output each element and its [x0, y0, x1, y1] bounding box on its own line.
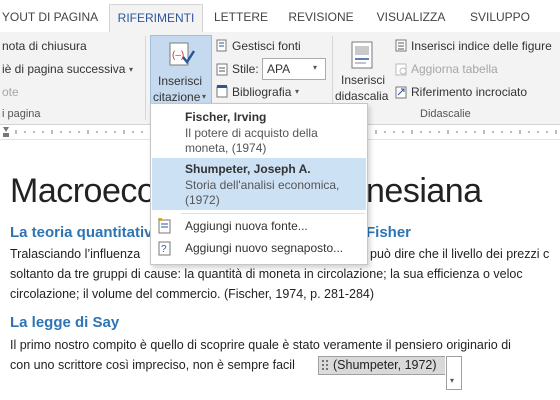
source-description-line1: Il potere di acquisto della: [185, 126, 318, 140]
svg-text:(–): (–): [172, 50, 184, 61]
table-of-figures-icon: [395, 39, 407, 52]
tab-visualizza[interactable]: VISUALIZZA: [369, 4, 453, 31]
tab-sviluppo[interactable]: SVILUPPO: [462, 4, 538, 31]
paragraph-line-3[interactable]: circolazione; il volume del commercio. (…: [10, 284, 374, 304]
heading-teoria-quantitativa[interactable]: La teoria quantitativ: [10, 224, 153, 241]
drag-handle-icon: [322, 360, 328, 370]
menu-item-source-shumpeter[interactable]: Shumpeter, Joseph A. Storia dell'analisi…: [152, 158, 366, 210]
tab-layout-di-pagina[interactable]: YOUT DI PAGINA: [0, 4, 100, 31]
bibliografia-button[interactable]: Bibliografia: [232, 85, 291, 99]
indent-marker-icon: [3, 127, 9, 132]
style-icon: [216, 63, 228, 76]
stile-label: Stile:: [232, 62, 259, 76]
citation-icon: (–): [169, 42, 195, 66]
ribbon-tab-bar: YOUT DI PAGINA RIFERIMENTI LETTERE REVIS…: [0, 0, 560, 33]
tab-lettere[interactable]: LETTERE: [208, 4, 274, 31]
paragraph-line-2[interactable]: soltanto da tre gruppi di cause: la quan…: [10, 264, 523, 284]
chevron-down-icon: ▾: [450, 376, 455, 385]
source-name: Fischer, Irving: [185, 110, 267, 124]
caption-icon: [351, 41, 373, 69]
source-description-line2: (1972): [185, 193, 220, 207]
group-divider: [145, 36, 146, 120]
paragraph2-line-2[interactable]: con uno scrittore così impreciso, non è …: [10, 355, 295, 375]
tab-revisione[interactable]: REVISIONE: [283, 4, 359, 31]
citation-handle[interactable]: [318, 356, 332, 375]
update-table-icon: [395, 63, 407, 76]
manage-sources-icon: [216, 39, 227, 52]
add-source-icon: [158, 218, 171, 234]
gestisci-fonti-button[interactable]: Gestisci fonti: [232, 39, 301, 53]
aggiorna-tabella-button[interactable]: Aggiorna tabella: [411, 62, 498, 76]
source-description-line2: moneta, (1974): [185, 141, 267, 155]
inserisci-citazione-button[interactable]: (–) Inserisci citazione ▾: [150, 35, 212, 107]
menu-divider: [181, 213, 365, 214]
chevron-down-icon: ▾: [313, 63, 318, 72]
citation-dropdown-menu: Fischer, Irving Il potere di acquisto de…: [150, 103, 368, 265]
riferimento-incrociato-button[interactable]: Riferimento incrociato: [411, 85, 527, 99]
cross-reference-icon: [395, 86, 407, 99]
inserisci-nota-chiusura-button[interactable]: nota di chiusura: [2, 39, 87, 53]
menu-item-add-placeholder[interactable]: ? Aggiungi nuovo segnaposto...: [152, 237, 366, 259]
citation-text: (Shumpeter, 1972): [333, 358, 437, 372]
group-label-note-pie-pagina: i pagina: [2, 108, 41, 120]
bibliography-icon: [216, 85, 228, 98]
group-label-didascalie: Didascalie: [420, 108, 471, 120]
inserisci-didascalia-label-2: didascalia: [335, 89, 389, 103]
inserisci-citazione-label-1: Inserisci: [158, 74, 203, 88]
stile-value: APA: [267, 62, 291, 76]
source-description-line1: Storia dell'analisi economica,: [185, 178, 340, 192]
add-placeholder-label: Aggiungi nuovo segnaposto...: [185, 241, 344, 255]
paragraph-line-1-left[interactable]: Tralasciando l’influenza: [10, 244, 140, 264]
chevron-down-icon[interactable]: ▾: [295, 87, 299, 96]
chevron-down-icon[interactable]: ▾: [129, 65, 133, 74]
tab-riferimenti[interactable]: RIFERIMENTI: [109, 4, 203, 33]
inserisci-indice-figure-button[interactable]: Inserisci indice delle figure: [411, 39, 552, 53]
paragraph-line-1-right[interactable]: può dire che il livello dei prezzi c: [370, 244, 549, 264]
menu-item-add-source[interactable]: Aggiungi nuova fonte...: [152, 215, 366, 237]
mostra-note-button[interactable]: ote: [2, 85, 19, 99]
document-title-left[interactable]: Macroeco: [10, 172, 156, 211]
add-placeholder-icon: ?: [158, 241, 171, 256]
citation-field[interactable]: (Shumpeter, 1972): [331, 356, 445, 375]
inserisci-citazione-label-2: citazione: [153, 90, 201, 104]
source-name: Shumpeter, Joseph A.: [185, 162, 311, 176]
document-title-right[interactable]: nesiana: [366, 172, 482, 211]
heading-legge-di-say[interactable]: La legge di Say: [10, 314, 119, 331]
citation-options-button[interactable]: ▾: [446, 356, 462, 390]
menu-item-source-fischer[interactable]: Fischer, Irving Il potere di acquisto de…: [152, 106, 366, 158]
paragraph2-line-1[interactable]: Il primo nostro compito è quello di scop…: [10, 335, 511, 355]
add-source-label: Aggiungi nuova fonte...: [185, 219, 308, 233]
inserisci-didascalia-button[interactable]: Inserisci didascalia: [334, 35, 390, 105]
chevron-down-icon: ▾: [202, 92, 207, 101]
inserisci-didascalia-label-1: Inserisci: [341, 73, 386, 87]
stile-select[interactable]: APA ▾: [262, 58, 326, 80]
svg-text:?: ?: [161, 244, 167, 255]
nota-pie-pagina-successiva-button[interactable]: iè di pagina successiva: [2, 62, 125, 76]
heading-fisher[interactable]: Fisher: [366, 224, 411, 241]
